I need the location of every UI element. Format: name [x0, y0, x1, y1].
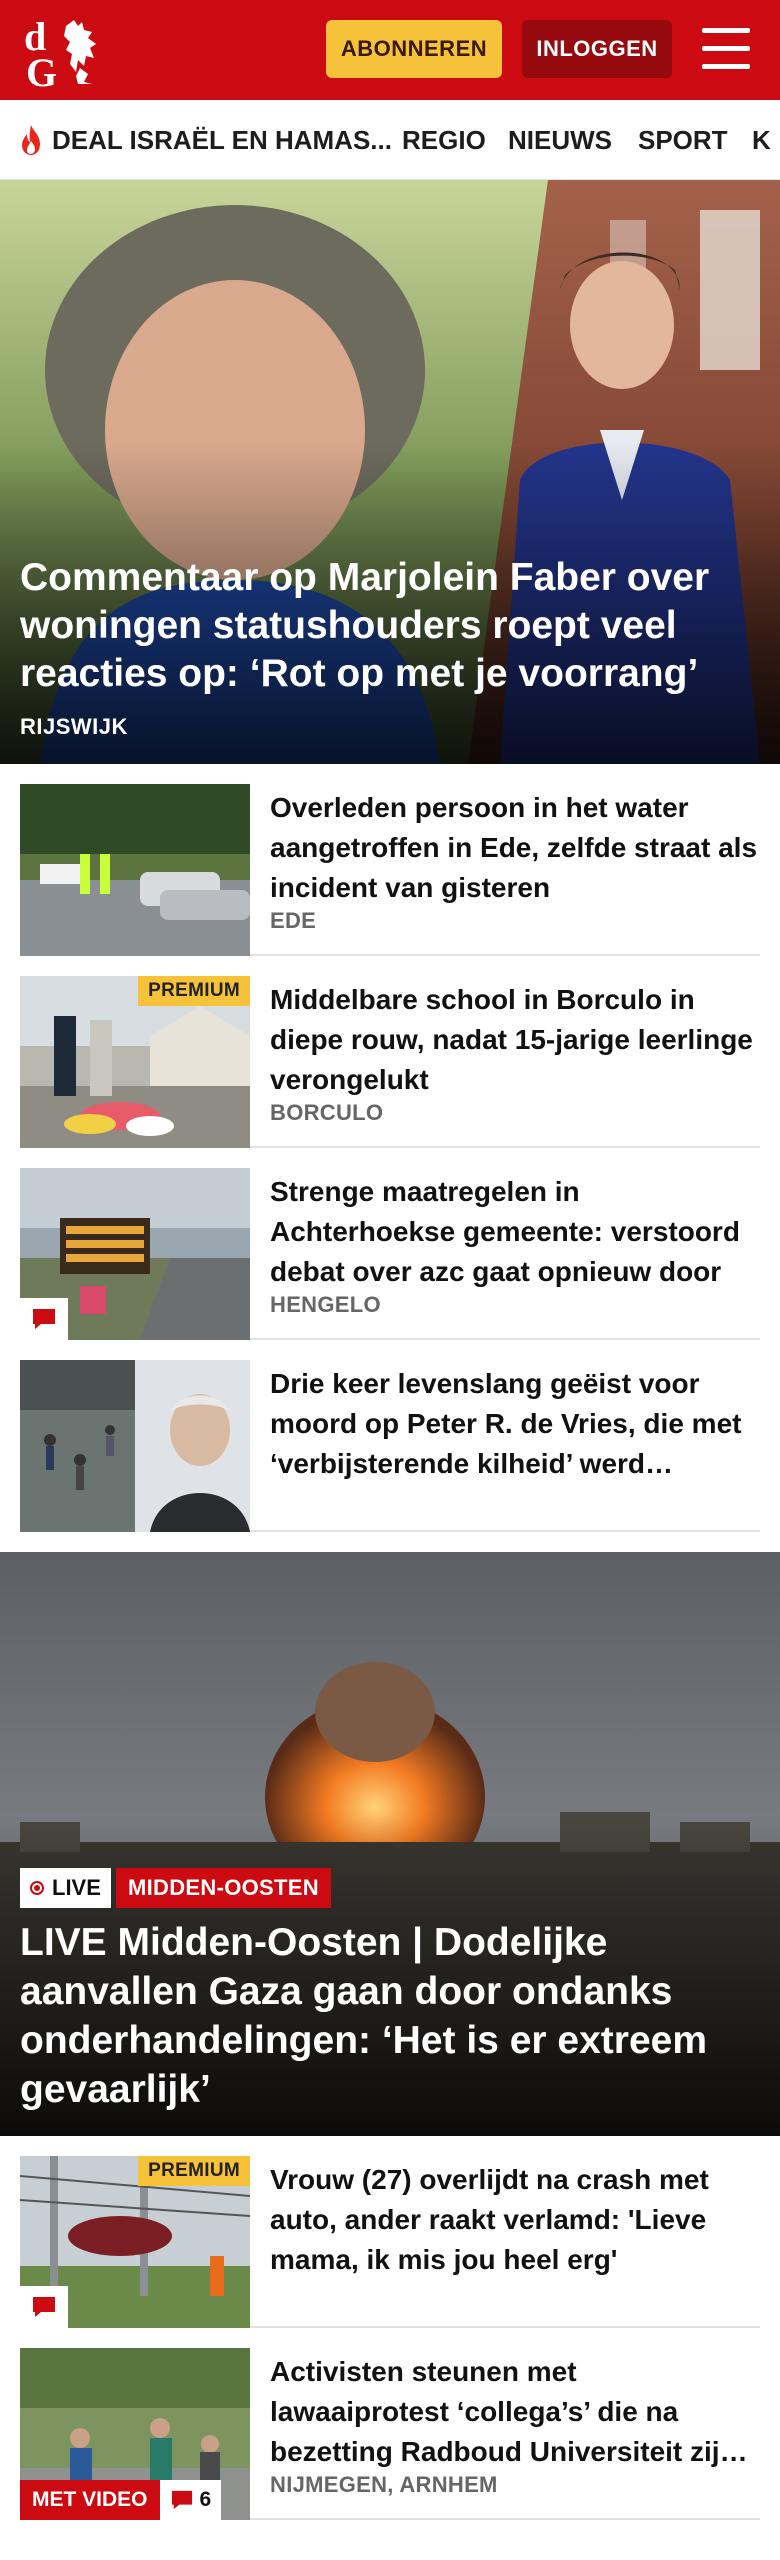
comment-icon — [20, 1298, 68, 1340]
nav-item-deal-israel-hamas[interactable]: DEAL ISRAËL EN HAMAS... — [16, 100, 392, 179]
article-thumbnail — [20, 1168, 250, 1340]
nav-item-nieuws[interactable]: NIEUWS — [508, 100, 612, 179]
article-thumbnail: PREMIUM — [20, 2156, 250, 2328]
live-badge: LIVE — [20, 1868, 111, 1908]
premium-badge: PREMIUM — [138, 976, 250, 1006]
subscribe-button[interactable]: ABONNEREN — [326, 20, 502, 78]
article-location: EDE — [270, 908, 317, 933]
nav-item-regio[interactable]: REGIO — [402, 100, 486, 179]
article-location: HENGELO — [270, 1292, 381, 1317]
live-dot-icon — [30, 1881, 44, 1895]
list-item[interactable]: Drie keer levenslang geëist voor moord o… — [20, 1340, 760, 1532]
flame-icon — [22, 125, 40, 155]
article-title[interactable]: Middelbare school in Borculo in diepe ro… — [270, 980, 758, 1100]
article-location: NIJMEGEN, ARNHEM — [270, 2472, 498, 2497]
hero2-title[interactable]: LIVE Midden-Oosten | Dodelijke aanvallen… — [20, 1918, 760, 2114]
article-thumbnail: MET VIDEO 6 — [20, 2348, 250, 2520]
hero-article[interactable]: Commentaar op Marjolein Faber over wonin… — [0, 180, 780, 764]
article-title[interactable]: Overleden persoon in het water aangetrof… — [270, 788, 758, 908]
live-label: LIVE — [52, 1875, 101, 1900]
article-thumbnail — [20, 1360, 250, 1532]
article-thumbnail — [20, 784, 250, 956]
article-title[interactable]: Strenge maatregelen in Achterhoekse geme… — [270, 1172, 758, 1292]
svg-text:G: G — [26, 50, 57, 88]
comment-icon — [20, 2286, 68, 2328]
list-item[interactable]: PREMIUM Middelbare school in Borculo in … — [20, 956, 760, 1148]
video-label: MET VIDEO — [20, 2480, 160, 2520]
article-location: BORCULO — [270, 1100, 384, 1125]
article-title[interactable]: Activisten steunen met lawaaiprotest ‘co… — [270, 2352, 758, 2472]
nav-item-more[interactable]: K — [752, 100, 771, 179]
comment-count: 6 — [159, 2480, 222, 2520]
video-badge: MET VIDEO 6 — [20, 2480, 222, 2520]
article-title[interactable]: Drie keer levenslang geëist voor moord o… — [270, 1364, 758, 1484]
list-item[interactable]: Overleden persoon in het water aangetrof… — [20, 764, 760, 956]
list-item[interactable]: PREMIUM Vrouw (27) overlijdt na crash me… — [20, 2136, 760, 2328]
hero-title[interactable]: Commentaar op Marjolein Faber over wonin… — [20, 554, 760, 698]
section-nav: DEAL ISRAËL EN HAMAS... REGIO NIEUWS SPO… — [0, 100, 780, 180]
hero-location: RIJSWIJK — [20, 714, 128, 739]
nav-item-sport[interactable]: SPORT — [638, 100, 728, 179]
site-header: d G ABONNEREN INLOGGEN — [0, 0, 780, 100]
list-item[interactable]: MET VIDEO 6 Activisten steunen met lawaa… — [20, 2328, 760, 2520]
comment-count-value: 6 — [199, 2488, 212, 2511]
premium-badge: PREMIUM — [138, 2156, 250, 2186]
article-title[interactable]: Vrouw (27) overlijdt na crash met auto, … — [270, 2160, 758, 2280]
nav-item-label: DEAL ISRAËL EN HAMAS... — [52, 124, 392, 155]
topic-badge[interactable]: MIDDEN-OOSTEN — [116, 1868, 331, 1908]
list-item[interactable]: Strenge maatregelen in Achterhoekse geme… — [20, 1148, 760, 1340]
live-hero-article[interactable]: LIVE MIDDEN-OOSTEN LIVE Midden-Oosten | … — [0, 1552, 780, 2136]
logo[interactable]: d G — [22, 12, 118, 95]
article-thumbnail: PREMIUM — [20, 976, 250, 1148]
login-button[interactable]: INLOGGEN — [522, 20, 672, 78]
hamburger-menu-icon[interactable] — [700, 26, 752, 72]
comment-icon — [171, 2490, 192, 2510]
